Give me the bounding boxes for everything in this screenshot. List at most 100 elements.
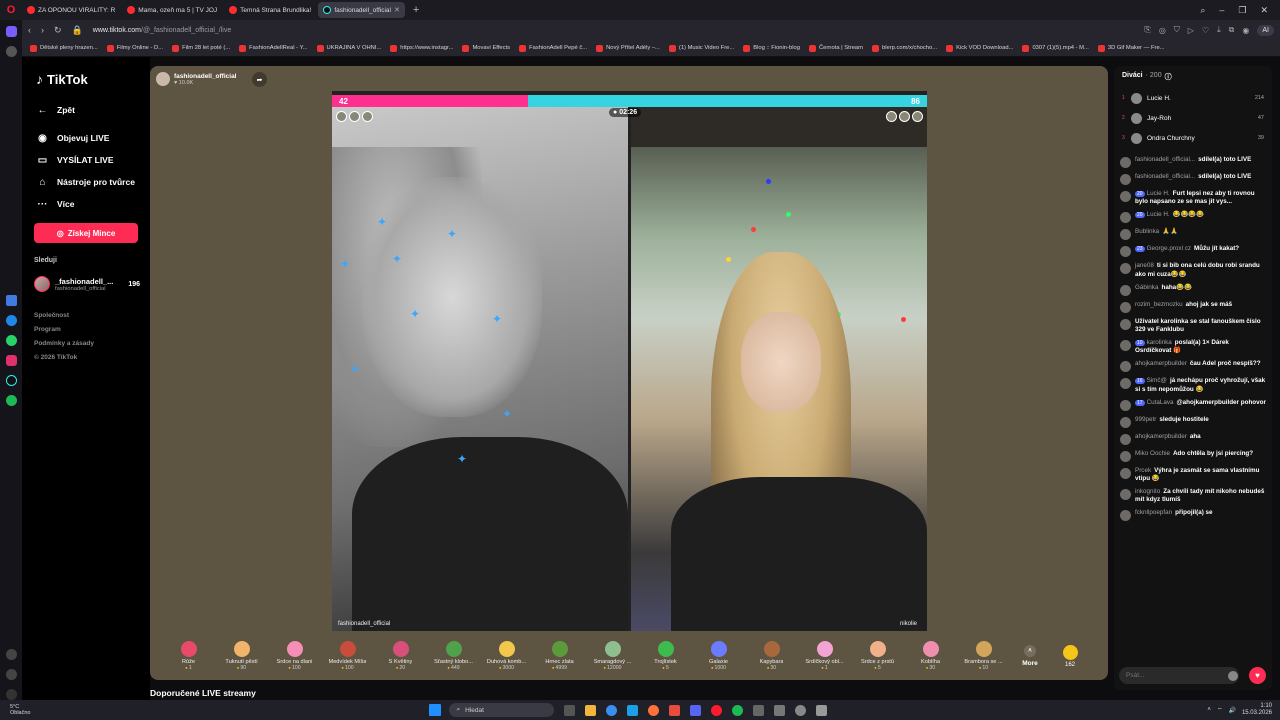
avatar[interactable] xyxy=(362,111,373,122)
avatar[interactable] xyxy=(886,111,897,122)
gift-item[interactable]: Medvídek Míša100 xyxy=(321,641,374,671)
get-coins-button[interactable]: ◎ Získej Mince xyxy=(34,223,138,243)
chat-message[interactable]: Uživatel karolinka se stal fanouškem čís… xyxy=(1120,318,1266,334)
chat-username[interactable]: George.proxl cz xyxy=(1147,245,1191,252)
tiktok-sidebar-icon[interactable] xyxy=(5,375,17,386)
network-icon[interactable]: ⌔ xyxy=(1217,706,1223,714)
reload-icon[interactable]: ↻ xyxy=(54,25,62,36)
bookmark-item[interactable]: (1) Music Video Fre... xyxy=(668,44,734,52)
battle-video[interactable]: ✦ ✦ ✦ ✦ ✦ ✦ ✦ ✦ ✦ fashionadell_official … xyxy=(332,91,927,631)
nav-explore-live[interactable]: ◉ Objevuj LIVE xyxy=(36,127,140,149)
bookmark-item[interactable]: Dětské pleny hrazen... xyxy=(30,44,98,52)
share-icon[interactable]: ➦ xyxy=(252,72,267,87)
bookmark-item[interactable]: blerp.com/x/chocho... xyxy=(871,44,937,52)
chat-username[interactable]: fcknllpoepfan xyxy=(1135,509,1172,516)
chat-username[interactable]: Gábinka xyxy=(1135,284,1158,291)
gift-item[interactable]: Růže1 xyxy=(162,641,215,671)
top-viewer-row[interactable]: 3 Ondra Churchny 39 xyxy=(1114,128,1272,148)
maximize-icon[interactable]: ❐ xyxy=(1238,5,1246,16)
bookmark-item[interactable]: 0307 (1)(5).mp4 - M... xyxy=(1022,44,1089,52)
gift-item[interactable]: S Květiny20 xyxy=(374,641,427,671)
opera-logo-icon[interactable]: O xyxy=(0,0,22,20)
bookmark-item[interactable]: Černota | Stream xyxy=(808,44,863,52)
info-icon[interactable]: ⓘ xyxy=(1165,72,1172,82)
chat-message[interactable]: fashionadell_official... sdílel(a) toto L… xyxy=(1120,156,1266,168)
top-viewer-row[interactable]: 1 Lucie H. 214 xyxy=(1114,88,1272,108)
chat-username[interactable]: fashionadell_official... xyxy=(1135,173,1195,180)
footer-link-program[interactable]: Program xyxy=(34,326,140,333)
aria-icon[interactable] xyxy=(5,26,17,37)
chat-message[interactable]: 10 karolinka poslal(a) 1× Dárek Osrdíčkova… xyxy=(1120,339,1266,355)
bookmark-item[interactable]: Nový Přítel Adély –... xyxy=(596,44,660,52)
chat-username[interactable]: jane08 xyxy=(1135,262,1154,269)
ai-button[interactable]: AI xyxy=(1257,24,1274,36)
chat-username[interactable]: ahojkamerpbuilder xyxy=(1135,433,1187,440)
app-icon[interactable] xyxy=(773,704,785,716)
extensions-icon[interactable]: ⧉ xyxy=(1229,25,1235,35)
footer-link-company[interactable]: Společnost xyxy=(34,312,140,319)
chat-message[interactable]: 23 George.proxl cz Můžu jít kakat? xyxy=(1120,245,1266,258)
minimize-icon[interactable]: – xyxy=(1219,5,1224,16)
search-tabs-icon[interactable]: ⌕ xyxy=(1200,5,1205,16)
app-icon[interactable] xyxy=(815,704,827,716)
chat-message[interactable]: jane08 ti si bib ona celú dobu robi srand… xyxy=(1120,262,1266,278)
bookmark-item[interactable]: Movavi Effects xyxy=(462,44,510,52)
back-icon[interactable]: ‹ xyxy=(28,25,31,35)
bookmark-item[interactable]: FashionAdellReal - Y... xyxy=(239,44,308,52)
star-icon[interactable] xyxy=(5,46,17,57)
url-field[interactable]: www.tiktok.com/@_fashionadell_official_/… xyxy=(93,27,232,34)
chat-message[interactable]: fcknllpoepfan připojil(a) se xyxy=(1120,509,1266,522)
gift-item[interactable]: Brambora se ...10 xyxy=(957,641,1010,671)
weather-widget[interactable]: 5°C Oblačno xyxy=(0,704,31,717)
pin-icon[interactable]: ⎘ xyxy=(1144,25,1150,35)
host-info[interactable]: fashionadell_official ♥ 10.0K xyxy=(156,72,237,86)
shield-icon[interactable]: ⛉ xyxy=(1174,25,1180,35)
avatar[interactable] xyxy=(912,111,923,122)
back-link[interactable]: ← Zpět xyxy=(36,99,140,121)
new-tab-button[interactable]: + xyxy=(407,4,425,16)
chat-message[interactable]: Bublinka 🙏🙏 xyxy=(1120,228,1266,241)
profile-icon[interactable]: ◉ xyxy=(1242,26,1249,35)
bookmark-item[interactable]: Filmy Online - D... xyxy=(106,44,163,52)
nav-creator-tools[interactable]: ⌂ Nástroje pro tvůrce xyxy=(36,171,140,193)
chat-username[interactable]: Lucie H. xyxy=(1147,190,1170,197)
tab-1[interactable]: ZA OPONOU VIRALITY: R xyxy=(22,2,120,18)
chat-input[interactable] xyxy=(1119,667,1239,684)
chat-message[interactable]: 16 Simč@ já nechápu proč vyhrožují, však s… xyxy=(1120,377,1266,393)
gift-item[interactable]: Hrnec zlata4999 xyxy=(533,641,586,671)
file-explorer-icon[interactable] xyxy=(584,704,596,716)
chat-username[interactable]: Miko Oochie xyxy=(1135,450,1170,457)
following-account[interactable]: _fashionadell_... fashionadell_official … xyxy=(34,276,140,292)
windows-start-icon[interactable] xyxy=(428,704,441,716)
taskbar-search[interactable]: ⌕ Hledat xyxy=(448,703,554,717)
instagram-icon[interactable] xyxy=(5,355,17,366)
chat-message[interactable]: ahojkamerpbuilder čau Adel proč nespíš?? xyxy=(1120,360,1266,373)
chat-message[interactable]: 999petr sleduje hostitele xyxy=(1120,416,1266,428)
opera-icon[interactable] xyxy=(710,704,722,716)
chat-username[interactable]: Simč@ xyxy=(1147,377,1167,384)
gift-item[interactable]: Koblíha30 xyxy=(904,641,957,671)
gift-item[interactable]: Smaragdový ...12000 xyxy=(586,641,639,671)
chrome-icon[interactable] xyxy=(605,704,617,716)
clock[interactable]: 1:10 15.03.2026 xyxy=(1242,703,1272,716)
chat-username[interactable]: 999petr xyxy=(1135,416,1156,423)
task-view-icon[interactable] xyxy=(563,704,575,716)
firefox-icon[interactable] xyxy=(647,704,659,716)
gift-item[interactable]: Srdce na dlani100 xyxy=(268,641,321,671)
like-heart-button[interactable]: ♥ xyxy=(1249,667,1266,684)
volume-icon[interactable]: 🔊 xyxy=(1228,707,1235,714)
steam-icon[interactable] xyxy=(626,704,638,716)
chat-message[interactable]: inkognito Za chvíli tady mít nikoho nebud… xyxy=(1120,488,1266,504)
gift-item[interactable]: Srdce z prstů5 xyxy=(851,641,904,671)
close-tab-icon[interactable]: ✕ xyxy=(394,6,400,14)
chat-message[interactable]: rozim_bezmozku ahoj jak se máš xyxy=(1120,301,1266,313)
tab-2[interactable]: Mama, ozeň ma 5 | TV JOJ xyxy=(122,2,222,18)
workspace-icon[interactable] xyxy=(5,295,17,306)
chat-message[interactable]: ahojkamerpbuilder aha xyxy=(1120,433,1266,445)
footer-link-terms[interactable]: Podmínky a zásady xyxy=(34,340,140,347)
avatar[interactable] xyxy=(336,111,347,122)
app-icon[interactable] xyxy=(752,704,764,716)
chat-message[interactable]: fashionadell_official... sdílel(a) toto L… xyxy=(1120,173,1266,185)
emoji-icon[interactable] xyxy=(1228,671,1238,681)
chat-username[interactable]: fashionadell_official... xyxy=(1135,156,1195,163)
